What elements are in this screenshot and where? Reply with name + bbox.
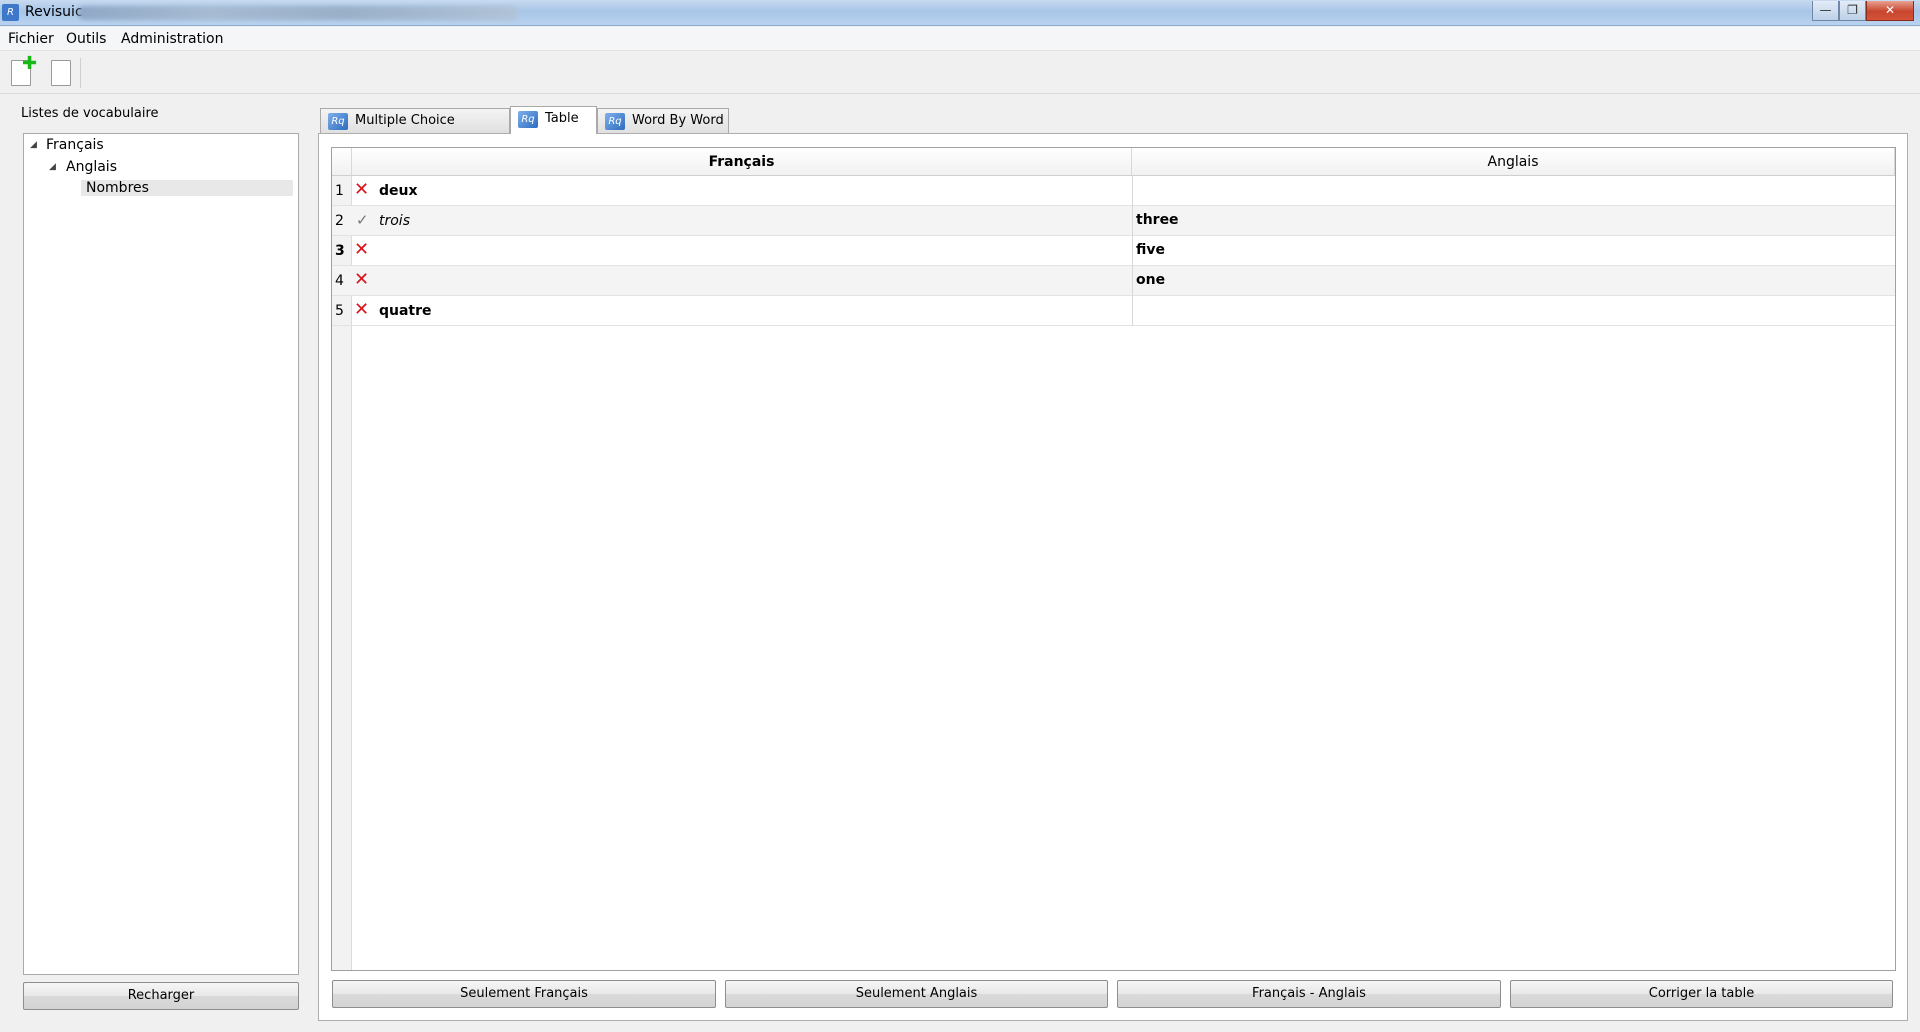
expand-arrow-icon[interactable]: ◢ xyxy=(49,162,56,172)
toolbar: ✚ xyxy=(0,52,1920,94)
wrong-icon: ✕ xyxy=(354,239,370,260)
vocabulary-lists-label: Listes de vocabulaire xyxy=(21,106,159,121)
menu-fichier[interactable]: Fichier xyxy=(8,31,54,47)
only-french-button[interactable]: Seulement Français xyxy=(332,980,716,1008)
french-english-button[interactable]: Français - Anglais xyxy=(1117,980,1501,1008)
corner-header xyxy=(332,148,352,176)
tab-word-by-word[interactable]: Rq Word By Word xyxy=(597,108,729,134)
expand-arrow-icon[interactable]: ◢ xyxy=(30,140,37,150)
toolbar-separator xyxy=(80,58,81,88)
vocabulary-tree[interactable]: ◢ Français ◢ Anglais Nombres xyxy=(23,133,299,975)
close-icon[interactable]: ✕ xyxy=(1866,1,1914,21)
row-number: 4 xyxy=(335,273,344,289)
new-document-icon[interactable]: ✚ xyxy=(11,55,37,86)
table-row[interactable]: 5 ✕ quatre xyxy=(332,296,1895,326)
plus-icon: ✚ xyxy=(22,53,38,74)
tab-app-icon: Rq xyxy=(605,113,625,130)
tab-app-icon: Rq xyxy=(518,111,538,128)
table-row[interactable]: 3 ✕ five xyxy=(332,236,1895,266)
table-row[interactable]: 1 ✕ deux xyxy=(332,176,1895,206)
correct-table-button[interactable]: Corriger la table xyxy=(1510,980,1893,1008)
window-title: Revisuic xyxy=(25,4,83,20)
maximize-icon[interactable]: ❐ xyxy=(1839,1,1866,21)
tree-item-anglais[interactable]: Anglais xyxy=(66,159,117,175)
checkmark-icon: ✓ xyxy=(356,211,369,229)
wrong-icon: ✕ xyxy=(354,179,370,200)
cell-francais[interactable]: quatre xyxy=(379,303,432,319)
tab-label: Table xyxy=(545,111,579,126)
reload-button[interactable]: Recharger xyxy=(23,982,299,1010)
column-header-anglais[interactable]: Anglais xyxy=(1132,148,1895,176)
minimize-icon[interactable]: — xyxy=(1812,1,1839,21)
tab-multiple-choice[interactable]: Rq Multiple Choice Question xyxy=(320,108,510,152)
row-number: 5 xyxy=(335,303,344,319)
cell-francais[interactable]: deux xyxy=(379,183,418,199)
tab-label: Word By Word xyxy=(632,113,724,128)
row-number: 1 xyxy=(335,183,344,199)
tab-app-icon: Rq xyxy=(328,113,348,130)
cell-francais[interactable]: trois xyxy=(379,213,410,229)
row-number: 2 xyxy=(335,213,344,229)
wrong-icon: ✕ xyxy=(354,269,370,290)
wrong-icon: ✕ xyxy=(354,299,370,320)
table-row[interactable]: 2 ✓ trois three xyxy=(332,206,1895,236)
menu-bar: Fichier Outils Administration xyxy=(0,27,1920,51)
column-divider xyxy=(1132,176,1133,326)
cell-anglais[interactable]: one xyxy=(1136,272,1165,288)
cell-anglais[interactable]: three xyxy=(1136,212,1179,228)
blurred-title-detail xyxy=(78,6,518,20)
menu-outils[interactable]: Outils xyxy=(66,31,106,47)
tree-item-nombres[interactable]: Nombres xyxy=(81,180,293,196)
app-icon: R xyxy=(2,4,19,21)
title-bar: R Revisuic — ❐ ✕ xyxy=(0,0,1920,26)
blank-document-icon[interactable] xyxy=(51,60,71,86)
menu-administration[interactable]: Administration xyxy=(121,31,223,47)
tab-table[interactable]: Rq Table xyxy=(510,106,597,134)
column-header-francais[interactable]: Français xyxy=(352,148,1132,176)
row-number: 3 xyxy=(335,243,345,259)
cell-anglais[interactable]: five xyxy=(1136,242,1165,258)
window-controls: — ❐ ✕ xyxy=(1812,1,1914,21)
only-english-button[interactable]: Seulement Anglais xyxy=(725,980,1108,1008)
tree-item-francais[interactable]: Français xyxy=(46,137,104,153)
vocabulary-table[interactable]: Français Anglais 1 ✕ deux 2 ✓ trois thre… xyxy=(331,147,1896,971)
table-row[interactable]: 4 ✕ one xyxy=(332,266,1895,296)
